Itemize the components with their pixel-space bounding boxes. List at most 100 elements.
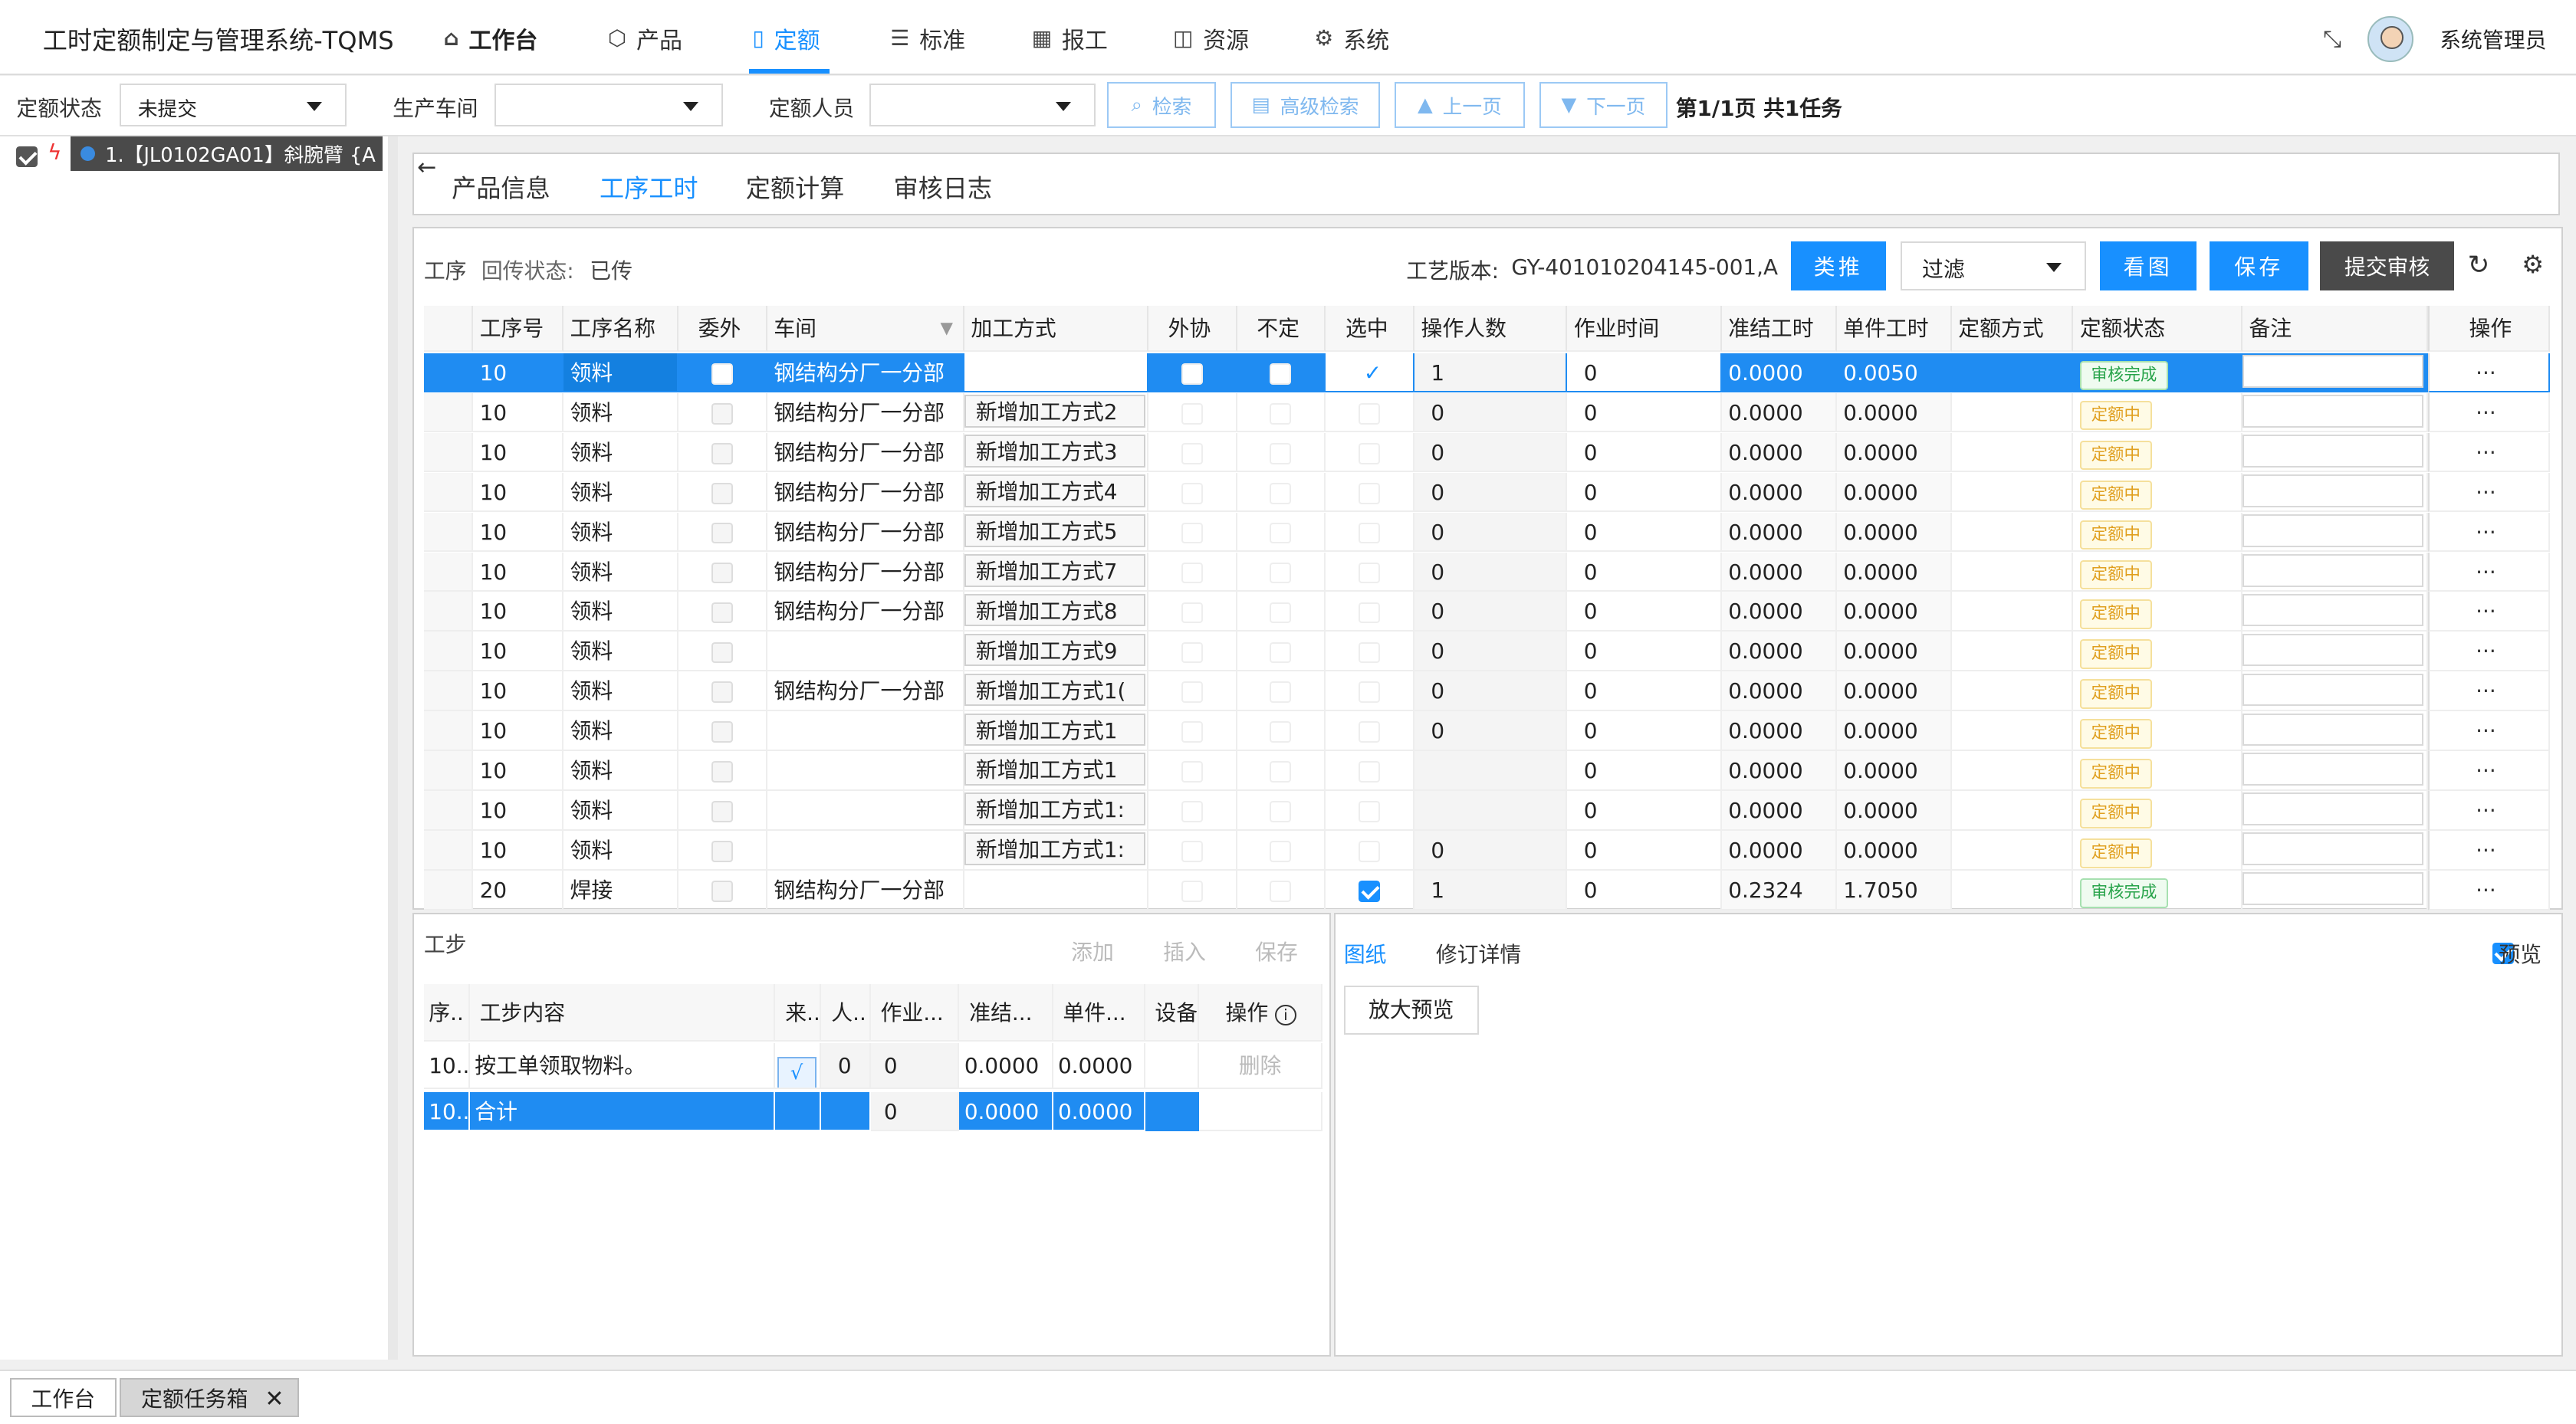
- undetermined-checkbox[interactable]: [1270, 442, 1292, 464]
- cell-no[interactable]: 10: [473, 512, 564, 552]
- more-actions-icon[interactable]: ···: [2428, 671, 2550, 711]
- cell-ppl[interactable]: 0: [1414, 472, 1568, 513]
- cell-name[interactable]: 领料: [563, 791, 678, 831]
- remark-input[interactable]: [2242, 354, 2423, 388]
- outsource-checkbox[interactable]: [711, 681, 733, 704]
- cell-name[interactable]: 领料: [563, 353, 678, 393]
- undetermined-checkbox[interactable]: [1270, 761, 1292, 783]
- cell-ws[interactable]: [767, 632, 964, 671]
- refresh-icon[interactable]: ↻: [2468, 250, 2490, 281]
- undetermined-checkbox[interactable]: [1270, 522, 1292, 544]
- method-button[interactable]: 新增加工方式5: [964, 513, 1145, 547]
- cell-time[interactable]: 0: [1567, 831, 1722, 871]
- outsource-checkbox[interactable]: [711, 761, 733, 783]
- cell-name[interactable]: 领料: [563, 751, 678, 791]
- table-row[interactable]: 10 领料 钢结构分厂一分部 新增加工方式3 0 0 0.0000 0.0000 定额中 ···: [423, 432, 2550, 473]
- cell-time[interactable]: 0: [1567, 632, 1722, 671]
- cell-no[interactable]: 10: [473, 432, 564, 473]
- cell-no[interactable]: 10: [473, 711, 564, 751]
- method-button[interactable]: 新增加工方式1(: [964, 673, 1145, 707]
- nav-standard[interactable]: ☰ 标准: [890, 21, 965, 55]
- cooperate-checkbox[interactable]: [1181, 881, 1203, 903]
- cell-time[interactable]: 0: [1567, 871, 1722, 911]
- cell-ws[interactable]: 钢结构分厂一分部: [767, 472, 964, 513]
- remark-input[interactable]: [2242, 394, 2423, 428]
- undetermined-checkbox[interactable]: [1270, 841, 1292, 863]
- more-actions-icon[interactable]: ···: [2428, 632, 2550, 671]
- cell-name[interactable]: 领料: [563, 552, 678, 592]
- prev-page-button[interactable]: ▲ 上一页: [1395, 82, 1525, 129]
- cell-no[interactable]: 10: [473, 791, 564, 831]
- method-button[interactable]: 新增加工方式1:: [964, 832, 1145, 866]
- step-source[interactable]: √: [775, 1042, 822, 1089]
- outsource-checkbox[interactable]: [711, 721, 733, 743]
- tab-process-hours[interactable]: 工序工时: [600, 169, 698, 205]
- outsource-checkbox[interactable]: [711, 881, 733, 903]
- undetermined-checkbox[interactable]: [1270, 482, 1292, 504]
- fullscreen-icon[interactable]: ⤡: [2323, 26, 2341, 53]
- undetermined-checkbox[interactable]: [1270, 681, 1292, 704]
- cell-name[interactable]: 焊接: [563, 871, 678, 911]
- cell-time[interactable]: 0: [1567, 592, 1722, 632]
- undetermined-checkbox[interactable]: [1270, 562, 1292, 584]
- cell-ppl[interactable]: 0: [1414, 711, 1568, 751]
- select-checkbox[interactable]: [1359, 641, 1380, 664]
- cell-name[interactable]: 领料: [563, 831, 678, 871]
- cell-ppl[interactable]: 1: [1414, 871, 1568, 911]
- cell-no[interactable]: 10: [473, 472, 564, 513]
- cell-name[interactable]: 领料: [563, 592, 678, 632]
- tab-drawing[interactable]: 图纸: [1344, 938, 1387, 969]
- workshop-select[interactable]: [495, 84, 723, 126]
- cell-time[interactable]: 0: [1567, 512, 1722, 552]
- info-icon[interactable]: i: [1275, 1004, 1296, 1026]
- tab-audit-log[interactable]: 审核日志: [894, 169, 993, 205]
- cell-no[interactable]: 10: [473, 751, 564, 791]
- remark-input[interactable]: [2242, 553, 2423, 587]
- cell-time[interactable]: 0: [1567, 671, 1722, 711]
- back-arrow-icon[interactable]: ←: [417, 154, 436, 181]
- cell-no[interactable]: 10: [473, 592, 564, 632]
- more-actions-icon[interactable]: ···: [2428, 392, 2550, 433]
- step-row[interactable]: 10... 按工单领取物料。 √ 0 0 0.0000 0.0000 删除: [423, 1042, 1322, 1089]
- table-row[interactable]: 10 领料 新增加工方式1 0 0 0.0000 0.0000 定额中 ···: [423, 711, 2550, 751]
- select-checkbox[interactable]: [1359, 841, 1380, 863]
- nav-workbench[interactable]: ⌂ 工作台: [444, 21, 538, 55]
- cell-ws[interactable]: 钢结构分厂一分部: [767, 512, 964, 552]
- remark-input[interactable]: [2242, 434, 2423, 468]
- next-page-button[interactable]: ▼ 下一页: [1539, 82, 1668, 129]
- table-row[interactable]: 10 领料 新增加工方式1: 0 0.0000 0.0000 定额中 ···: [423, 791, 2550, 831]
- outsource-checkbox[interactable]: [711, 602, 733, 624]
- remark-input[interactable]: [2242, 673, 2423, 707]
- outsource-checkbox[interactable]: [711, 841, 733, 863]
- remark-input[interactable]: [2242, 713, 2423, 746]
- cell-name[interactable]: 领料: [563, 711, 678, 751]
- table-row[interactable]: 10 领料 钢结构分厂一分部 新增加工方式2 0 0 0.0000 0.0000 定额中 ···: [423, 392, 2550, 433]
- save-step-button[interactable]: 保存: [1255, 936, 1298, 966]
- cooperate-checkbox[interactable]: [1181, 801, 1203, 823]
- table-row[interactable]: 20 焊接 钢结构分厂一分部 1 0 0.2324 1.7050 审核完成 ···: [423, 871, 2550, 911]
- more-actions-icon[interactable]: ···: [2428, 552, 2550, 592]
- cell-ppl[interactable]: 0: [1414, 592, 1568, 632]
- cooperate-checkbox[interactable]: [1181, 522, 1203, 544]
- avatar[interactable]: [2367, 16, 2413, 63]
- cooperate-checkbox[interactable]: [1181, 681, 1203, 704]
- table-row[interactable]: 10 领料 钢结构分厂一分部 新增加工方式5 0 0 0.0000 0.0000 定额中 ···: [423, 512, 2550, 552]
- cooperate-checkbox[interactable]: [1181, 641, 1203, 664]
- table-row[interactable]: 10 领料 钢结构分厂一分部 新增加工方式4 0 0 0.0000 0.0000 定额中 ···: [423, 472, 2550, 513]
- undetermined-checkbox[interactable]: [1270, 721, 1292, 743]
- remark-input[interactable]: [2242, 593, 2423, 627]
- outsource-checkbox[interactable]: [711, 482, 733, 504]
- select-checkbox[interactable]: [1359, 681, 1380, 704]
- more-actions-icon[interactable]: ···: [2428, 711, 2550, 751]
- cell-name[interactable]: 领料: [563, 671, 678, 711]
- select-checkbox[interactable]: [1359, 562, 1380, 584]
- more-actions-icon[interactable]: ···: [2428, 512, 2550, 552]
- select-checkbox[interactable]: [1359, 482, 1380, 504]
- select-checkbox[interactable]: [1359, 881, 1380, 903]
- select-checkbox[interactable]: [1359, 602, 1380, 624]
- method-button[interactable]: 新增加工方式9: [964, 633, 1145, 667]
- cell-time[interactable]: 0: [1567, 353, 1722, 393]
- remark-input[interactable]: [2242, 474, 2423, 507]
- remark-input[interactable]: [2242, 792, 2423, 826]
- step-content[interactable]: 按工单领取物料。: [469, 1042, 776, 1089]
